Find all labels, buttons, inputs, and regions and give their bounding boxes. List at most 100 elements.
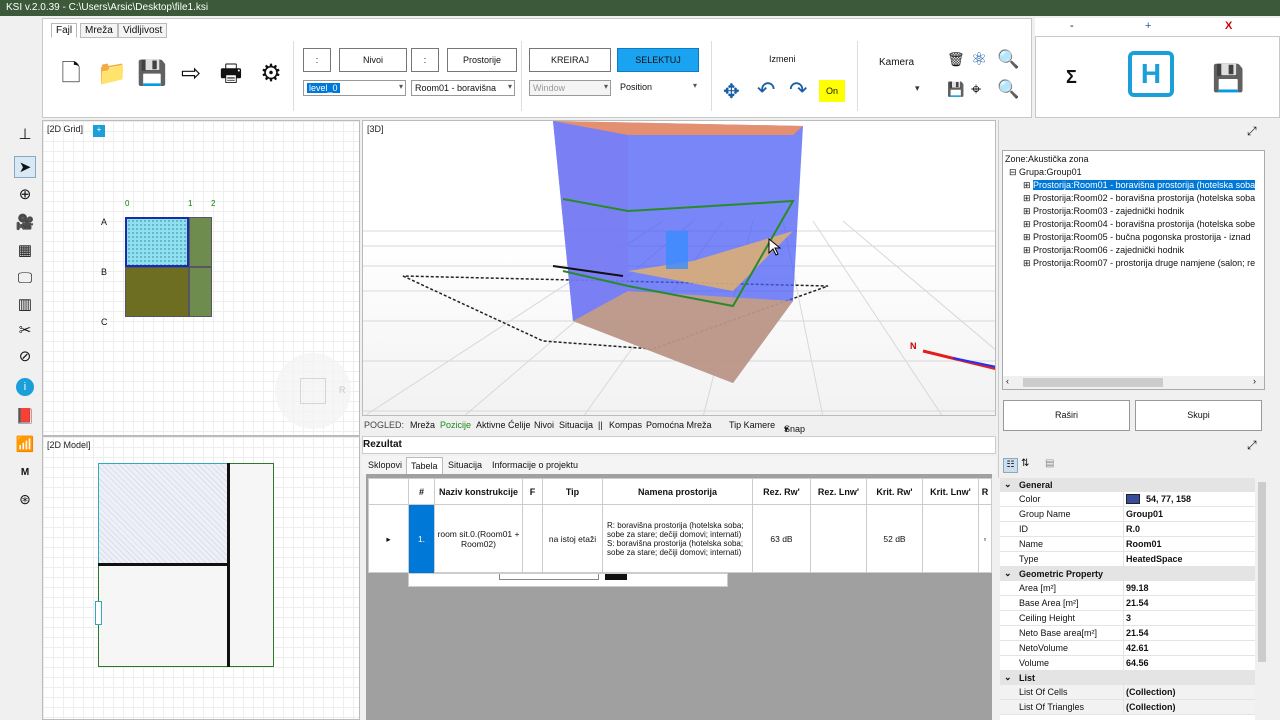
prop-row-neto-base-area[interactable]: Neto Base area[m²] 21.54 [1000, 626, 1255, 641]
prop-row-id[interactable]: ID R.0 [1000, 522, 1255, 537]
tab-fajl[interactable]: Fajl [51, 23, 78, 38]
tree-room[interactable]: ⊞ Prostorija:Room02 - boravišna prostori… [1023, 193, 1255, 204]
tree-room[interactable]: ⊞ Prostorija:Room07 - prostorija druge n… [1023, 258, 1255, 269]
property-grid[interactable]: ⌄ General Color 54, 77, 158 Group Name Grou… [1000, 478, 1255, 720]
sigma-icon[interactable]: Σ [1066, 67, 1077, 88]
expand-panel-icon[interactable]: ⤢ [1247, 438, 1257, 453]
minimize-button[interactable]: - [1070, 20, 1074, 32]
tab-sklopovi[interactable]: Sklopovi [368, 460, 402, 470]
room-select[interactable]: Room01 - boravišna ▾ [411, 80, 515, 96]
table-row[interactable]: ▸ 1. room sit.0.(Room01 + Room02) na ist… [368, 505, 992, 573]
on-toggle[interactable]: On [819, 80, 845, 102]
tree-room[interactable]: ⊞ Prostorija:Room04 - boravišna prostori… [1023, 219, 1255, 230]
prop-row-name[interactable]: Name Room01 [1000, 537, 1255, 552]
panel-icon[interactable]: ▥ [14, 294, 36, 316]
grid-cell-room01[interactable] [125, 217, 189, 267]
save-view-icon[interactable]: 💾 [947, 81, 964, 98]
restore-button[interactable]: + [1145, 20, 1151, 32]
open-folder-icon[interactable]: 📁 [97, 59, 127, 89]
grid-cell[interactable] [189, 267, 212, 317]
window-select[interactable]: Window ▾ [529, 80, 611, 96]
axis-icon[interactable]: ⊥ [14, 124, 36, 146]
prop-row-volume[interactable]: Volume 64.56 [1000, 656, 1255, 671]
book-icon[interactable]: 📕 [14, 406, 36, 428]
prop-category-geometric[interactable]: ⌄ Geometric Property [1000, 567, 1255, 581]
tab-mreza[interactable]: Mreža [80, 23, 118, 38]
grid-cell[interactable] [125, 267, 189, 317]
save-disk-icon[interactable]: 💾 [1212, 63, 1244, 94]
save-icon[interactable]: 💾 [137, 59, 167, 89]
view-toggle-situacija[interactable]: Situacija [559, 420, 593, 430]
prop-row-list-of-triangles[interactable]: List Of Triangles (Collection) [1000, 700, 1255, 715]
sort-alpha-icon[interactable]: ⇅ [1021, 458, 1029, 469]
row-expand-icon[interactable]: ▸ [369, 505, 409, 573]
prop-row-base-area[interactable]: Base Area [m²] 21.54 [1000, 596, 1255, 611]
navigation-compass-icon[interactable]: R [275, 353, 351, 429]
export-icon[interactable]: ⇨ [177, 59, 205, 89]
tools-icon[interactable]: ✂ [14, 320, 36, 342]
move-arrows-icon[interactable]: ✥ [723, 79, 740, 104]
tab-situacija[interactable]: Situacija [448, 460, 482, 470]
view-toggle-kompas[interactable]: Kompas [609, 420, 642, 430]
prop-row-list-of-cells[interactable]: List Of Cells (Collection) [1000, 685, 1255, 700]
level-select[interactable]: level_0 ▾ [303, 80, 406, 96]
tree-room[interactable]: ⊞ Prostorija:Room03 - zajednički hodnik [1023, 206, 1184, 217]
trash-icon[interactable]: 🗑 [947, 51, 965, 68]
prop-row-group-name[interactable]: Group Name Group01 [1000, 507, 1255, 522]
prop-row-neto-volume[interactable]: NetoVolume 42.61 [1000, 641, 1255, 656]
scroll-left-icon[interactable]: ‹ [1006, 376, 1009, 386]
view-toggle-nivoi[interactable]: Nivoi [534, 420, 554, 430]
settings-gear-icon[interactable]: ⚙ [257, 59, 285, 89]
categorized-icon[interactable]: ☷ [1003, 458, 1018, 473]
chart-icon[interactable]: 📶 [14, 434, 36, 456]
selektuj-button[interactable]: SELEKTUJ [617, 48, 699, 72]
print-icon[interactable]: 🖶 [217, 59, 245, 89]
prop-row-type[interactable]: Type HeatedSpace [1000, 552, 1255, 567]
close-button[interactable]: X [1225, 20, 1232, 32]
prop-row-ceiling-height[interactable]: Ceiling Height 3 [1000, 611, 1255, 626]
grid-cell[interactable] [189, 217, 212, 267]
kamera-dropdown-icon[interactable]: ▾ [915, 83, 920, 94]
m-label[interactable]: M [14, 462, 36, 484]
new-file-icon[interactable]: 🗋 [57, 59, 85, 89]
prop-category-general[interactable]: ⌄ General [1000, 478, 1255, 492]
prop-row-color[interactable]: Color 54, 77, 158 [1000, 492, 1255, 507]
rotate-right-icon[interactable]: ↷ [789, 77, 807, 103]
grid2d-panel[interactable]: [2D Grid] + 0 1 2 A B C R [42, 120, 360, 436]
pointer-icon[interactable]: ➤ [14, 156, 36, 178]
model-door[interactable] [95, 601, 102, 625]
prostorije-button[interactable]: Prostorije [447, 48, 517, 72]
monitor-icon[interactable]: 🖵 [14, 268, 36, 290]
camera-icon[interactable]: 🎥 [14, 212, 36, 234]
tab-tabela[interactable]: Tabela [406, 457, 443, 474]
view3d-panel[interactable]: [3D] N [362, 120, 996, 416]
add-grid-button[interactable]: + [93, 125, 105, 137]
skupi-button[interactable]: Skupi [1135, 400, 1262, 431]
scroll-right-icon[interactable]: › [1253, 376, 1256, 386]
info-icon[interactable]: i [16, 378, 34, 396]
tree-group[interactable]: ⊟ Grupa:Group01 [1009, 167, 1082, 178]
tree-zone[interactable]: Zone:Akustička zona [1005, 154, 1089, 164]
model2d-panel[interactable]: [2D Model] [42, 436, 360, 720]
view-toggle-pomocna-mreza[interactable]: Pomoćna Mreža [646, 420, 712, 430]
view-toggle-mreza[interactable]: Mreža [410, 420, 435, 430]
prop-category-list[interactable]: ⌄ List [1000, 671, 1255, 685]
compass-icon[interactable]: ⊘ [14, 346, 36, 368]
tree-scrollbar[interactable]: ‹ › [1003, 376, 1264, 389]
tree-room[interactable]: ⊞ Prostorija:Room05 - bučna pogonska pro… [1023, 232, 1251, 243]
scrollbar-thumb[interactable] [1258, 482, 1266, 662]
tab-informacije[interactable]: Informacije o projektu [492, 460, 578, 470]
add-circle-icon[interactable]: ⊕ [14, 184, 36, 206]
view-toggle-aktivne-celije[interactable]: Aktivne Ćelije [476, 420, 531, 430]
uk-flag-icon[interactable]: ⊛ [14, 488, 36, 510]
fit-view-icon[interactable]: H [1128, 51, 1174, 97]
nivoi-colon-button[interactable]: : [303, 48, 331, 72]
view-toggle-pozicije[interactable]: Pozicije [440, 420, 471, 430]
tree-room[interactable]: ⊞ Prostorija:Room06 - zajednički hodnik [1023, 245, 1184, 256]
scrollbar-thumb[interactable] [1023, 378, 1163, 387]
zoom-in-icon[interactable]: 🔍 [997, 49, 1019, 70]
prop-row-area[interactable]: Area [m²] 99.18 [1000, 581, 1255, 596]
tab-vidljivost[interactable]: Vidljivost [118, 23, 168, 38]
zoom-out-icon[interactable]: 🔍 [997, 79, 1019, 100]
position-select[interactable]: Position ▾ [617, 80, 699, 96]
